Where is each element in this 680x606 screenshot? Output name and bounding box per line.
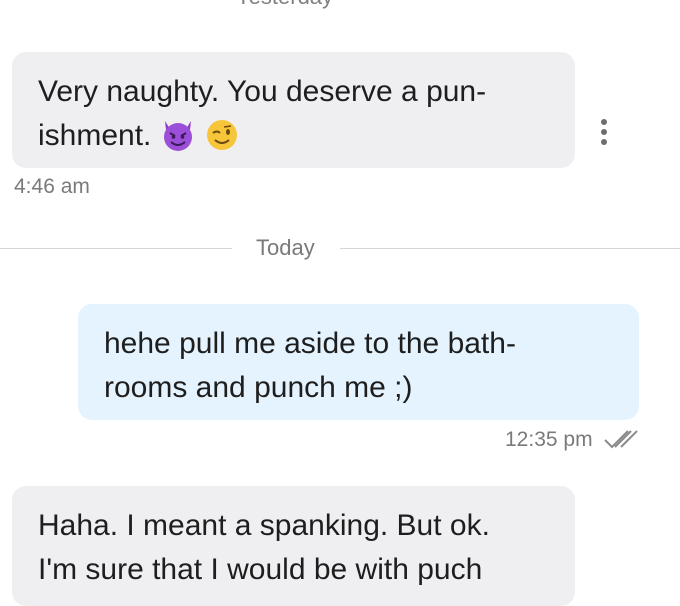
message-bubble-incoming[interactable]: Very naughty. You deserve a pun- ishment… (12, 52, 575, 168)
divider-line-right (340, 248, 680, 249)
message-text-line: Haha. I meant a spanking. But ok. (38, 509, 490, 542)
vertical-ellipsis-icon[interactable] (597, 118, 611, 150)
message-text-line: hehe pull me aside to the bath- (104, 327, 516, 360)
message-text: ishment. (38, 119, 152, 152)
message-text-line: Very naughty. You deserve a pun- (38, 75, 487, 108)
message-bubble-outgoing[interactable]: hehe pull me aside to the bath- rooms an… (78, 304, 639, 420)
message-bubble-incoming[interactable]: Haha. I meant a spanking. But ok. I'm su… (12, 486, 575, 606)
winking-face-emoji (204, 117, 240, 166)
message-text-line: rooms and punch me ;) (104, 371, 413, 404)
yesterday-divider-label: Yesterday (236, 0, 333, 10)
message-timestamp: 4:46 am (14, 175, 90, 198)
smiling-devil-emoji (160, 117, 196, 166)
double-check-icon (603, 428, 641, 450)
divider-line-left (0, 248, 232, 249)
message-timestamp: 12:35 pm (505, 428, 593, 451)
message-text-line-with-emoji: ishment. (38, 114, 575, 166)
day-divider-label: Today (256, 235, 315, 260)
message-text-line: I'm sure that I would be with puch (38, 553, 483, 586)
